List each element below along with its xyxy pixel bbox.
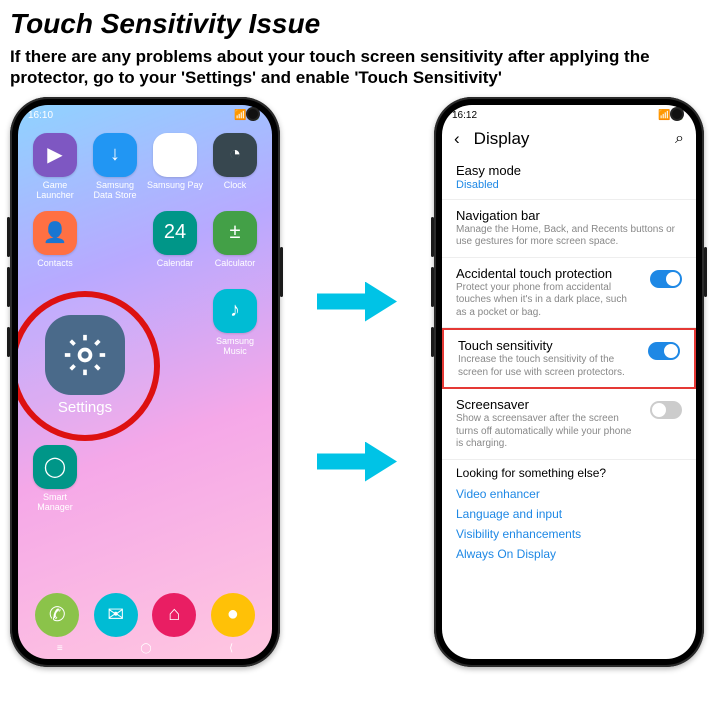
app-icon: 24 xyxy=(153,211,197,255)
gear-icon xyxy=(45,315,125,395)
app-samsung-pay[interactable]: Pay Samsung Pay xyxy=(146,133,204,209)
setting-desc: Increase the touch sensitivity of the sc… xyxy=(458,354,638,379)
setting-desc: Manage the Home, Back, and Recents butto… xyxy=(456,224,682,249)
setting-accidental-touch-protection[interactable]: Accidental touch protectionProtect your … xyxy=(442,258,696,329)
setting-value: Disabled xyxy=(456,179,682,191)
setting-desc: Show a screensaver after the screen turn… xyxy=(456,413,640,451)
arrow-icon xyxy=(317,442,397,482)
front-camera xyxy=(672,109,682,119)
nav-back-icon[interactable]: ⟨ xyxy=(229,643,233,654)
link-visibility-enhancements[interactable]: Visibility enhancements xyxy=(456,524,682,544)
app-icon: ± xyxy=(213,211,257,255)
setting-title: Easy mode xyxy=(456,163,682,178)
nav-home-icon[interactable]: ◯ xyxy=(140,643,151,654)
status-bar: 16:12 📶 🔋 xyxy=(442,105,696,127)
app-label: Contacts xyxy=(37,258,73,268)
settings-title: Display xyxy=(474,129,530,149)
app-calendar[interactable]: 24 Calendar xyxy=(146,211,204,287)
app-label: Samsung Data Store xyxy=(86,180,144,200)
dock-app[interactable]: ✉ xyxy=(94,593,138,637)
setting-touch-sensitivity[interactable]: Touch sensitivityIncrease the touch sens… xyxy=(442,328,696,389)
link-video-enhancer[interactable]: Video enhancer xyxy=(456,484,682,504)
app-samsung-music[interactable]: ♪ Samsung Music xyxy=(206,289,264,365)
setting-screensaver[interactable]: ScreensaverShow a screensaver after the … xyxy=(442,389,696,460)
app-calculator[interactable]: ± Calculator xyxy=(206,211,264,287)
app-label: Samsung Pay xyxy=(147,180,203,190)
app-icon: Pay xyxy=(153,133,197,177)
dock-app[interactable]: ● xyxy=(211,593,255,637)
app-clock[interactable]: ◔ Clock xyxy=(206,133,264,209)
settings-header: ‹ Display ⌕ xyxy=(442,127,696,155)
content-row: 16:10 📶 🔋 ▶ Game Launcher ↓ Samsung Data St… xyxy=(10,97,704,667)
nav-recent-icon[interactable]: ≡ xyxy=(57,643,63,654)
setting-title: Accidental touch protection xyxy=(456,266,640,281)
setting-title: Touch sensitivity xyxy=(458,338,638,353)
link-always-on-display[interactable]: Always On Display xyxy=(456,544,682,564)
arrow-icon xyxy=(317,282,397,322)
setting-navigation-bar[interactable]: Navigation barManage the Home, Back, and… xyxy=(442,200,696,258)
phone-left: 16:10 📶 🔋 ▶ Game Launcher ↓ Samsung Data St… xyxy=(10,97,280,667)
status-bar: 16:10 📶 🔋 xyxy=(18,105,272,127)
setting-desc: Protect your phone from accidental touch… xyxy=(456,282,640,320)
toggle[interactable] xyxy=(650,401,682,419)
arrows xyxy=(317,282,397,482)
status-time: 16:12 xyxy=(452,110,477,121)
settings-label: Settings xyxy=(58,399,112,416)
app-label: Calculator xyxy=(215,258,256,268)
app-label: Game Launcher xyxy=(26,180,84,200)
phone-right: 16:12 📶 🔋 ‹ Display ⌕ Easy modeDisabledN… xyxy=(434,97,704,667)
search-icon[interactable]: ⌕ xyxy=(675,130,684,148)
app-samsung-data-store[interactable]: ↓ Samsung Data Store xyxy=(86,133,144,209)
app-icon: ▶ xyxy=(33,133,77,177)
page-subtitle: If there are any problems about your tou… xyxy=(10,46,704,89)
dock-app[interactable]: ✆ xyxy=(35,593,79,637)
settings-app[interactable]: Settings xyxy=(26,289,144,443)
app-label: Smart Manager xyxy=(26,492,84,512)
app-icon: ◔ xyxy=(213,133,257,177)
app-icon: ◯ xyxy=(33,445,77,489)
android-nav: ≡ ◯ ⟨ xyxy=(18,639,272,659)
app-label: Clock xyxy=(224,180,247,190)
display-settings-screen: 16:12 📶 🔋 ‹ Display ⌕ Easy modeDisabledN… xyxy=(442,105,696,659)
page-title: Touch Sensitivity Issue xyxy=(10,8,704,40)
front-camera xyxy=(248,109,258,119)
related-heading: Looking for something else? xyxy=(456,466,682,480)
toggle[interactable] xyxy=(650,270,682,288)
app-icon: 👤 xyxy=(33,211,77,255)
back-icon[interactable]: ‹ xyxy=(454,129,460,149)
status-time: 16:10 xyxy=(28,110,53,121)
app-label: Samsung Music xyxy=(206,336,264,356)
app-game-launcher[interactable]: ▶ Game Launcher xyxy=(26,133,84,209)
highlight-circle: Settings xyxy=(18,291,160,441)
toggle[interactable] xyxy=(648,342,680,360)
setting-title: Navigation bar xyxy=(456,208,682,223)
setting-easy-mode[interactable]: Easy modeDisabled xyxy=(442,155,696,200)
app-smart-manager[interactable]: ◯ Smart Manager xyxy=(26,445,84,521)
dock-app[interactable]: ⌂ xyxy=(152,593,196,637)
settings-list: Easy modeDisabledNavigation barManage th… xyxy=(442,155,696,659)
home-screen: 16:10 📶 🔋 ▶ Game Launcher ↓ Samsung Data St… xyxy=(18,105,272,659)
link-language-and-input[interactable]: Language and input xyxy=(456,504,682,524)
app-label: Calendar xyxy=(157,258,194,268)
app-grid: ▶ Game Launcher ↓ Samsung Data Store Pay Sams… xyxy=(18,127,272,521)
related-links: Looking for something else? Video enhance… xyxy=(442,460,696,570)
app-contacts[interactable]: 👤 Contacts xyxy=(26,211,84,287)
dock: ✆ ✉ ⌂ ● xyxy=(18,593,272,637)
setting-title: Screensaver xyxy=(456,397,640,412)
app-icon: ↓ xyxy=(93,133,137,177)
app-icon: ♪ xyxy=(213,289,257,333)
